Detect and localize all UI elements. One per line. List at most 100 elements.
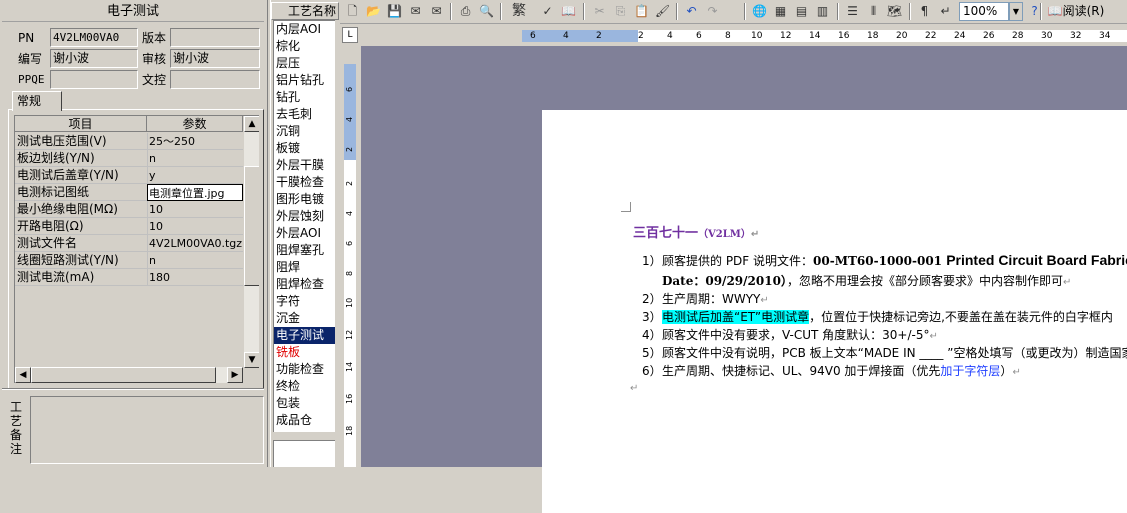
process-item[interactable]: 沉金 (274, 310, 335, 327)
research-icon[interactable]: 📖 (559, 2, 578, 21)
permission-icon[interactable]: ✉ (406, 2, 425, 21)
save-icon[interactable]: 💾 (385, 2, 404, 21)
tables-borders-icon[interactable]: ▦ (771, 2, 790, 21)
email-icon[interactable]: ✉ (427, 2, 446, 21)
reviewer-field[interactable]: 谢小波 (170, 49, 260, 68)
columns-icon[interactable]: ☰ (843, 2, 862, 21)
process-item[interactable]: 包装 (274, 395, 335, 412)
hyperlink-icon[interactable]: 🌐 (750, 2, 769, 21)
grid-horizontal-scrollbar[interactable]: ◀ ▶ (15, 367, 243, 383)
process-item[interactable]: 阻焊检查 (274, 276, 335, 293)
list-item[interactable]: 2）生产周期：WWYY↵ (642, 290, 769, 307)
drawing-icon[interactable]: ⫴ (864, 2, 883, 21)
process-item[interactable]: 终检 (274, 378, 335, 395)
process-item[interactable]: 铝片钻孔 (274, 72, 335, 89)
document-page[interactable]: 三百七十一（V2LM）↵ 1）顾客提供的 PDF 说明文件：00-MT60-10… (542, 110, 1127, 513)
chevron-down-icon[interactable]: ▼ (1009, 2, 1023, 21)
list-item[interactable]: 6）生产周期、快捷标记、UL、94V0 加于焊接面（优先加于字符层）↵ (642, 362, 1021, 379)
empty-paragraph[interactable]: ↵ (630, 380, 638, 394)
grid-row-value[interactable]: y (147, 167, 243, 184)
vertical-scroll-thumb[interactable] (244, 166, 259, 286)
format-painter-icon[interactable]: 🖌 (653, 2, 672, 21)
list-item[interactable]: 3）电测试后加盖“ET”电测试章，位置位于快捷标记旁边,不要盖在盖在装元件的白字… (642, 308, 1113, 325)
grid-header-param[interactable]: 参数 (147, 116, 243, 132)
process-item[interactable]: 棕化 (274, 38, 335, 55)
grid-row[interactable]: 电测试后盖章(Y/N) y (15, 167, 243, 184)
version-field[interactable] (170, 28, 260, 47)
grid-header-item[interactable]: 项目 (15, 116, 147, 132)
read-mode-button[interactable]: 📖阅读(R) (1045, 2, 1107, 21)
process-item[interactable]: 阻焊 (274, 259, 335, 276)
document-map-icon[interactable]: 🗺 (885, 2, 904, 21)
print-preview-icon[interactable]: 🔍 (477, 2, 496, 21)
zoom-combobox[interactable]: 100% (959, 2, 1009, 21)
grid-vertical-scrollbar[interactable]: ▲ ▼ (243, 116, 259, 368)
grid-row-value[interactable]: 4V2LM00VA0.tgz (147, 235, 243, 252)
process-list-header[interactable]: 工艺名称 (271, 2, 339, 20)
process-item[interactable]: 功能检查 (274, 361, 335, 378)
spelling-icon[interactable]: ✓ (538, 2, 557, 21)
process-extra-list[interactable] (273, 440, 335, 467)
horizontal-scroll-thumb[interactable] (31, 367, 216, 383)
vertical-ruler[interactable]: 6 4 2 2 4 6 8 10 12 14 16 18 (342, 46, 358, 467)
grid-row-value-editing[interactable]: 电测章位置.jpg (147, 184, 243, 201)
process-item[interactable]: 阻焊塞孔 (274, 242, 335, 259)
grid-row[interactable]: 板边划线(Y/N) n (15, 150, 243, 167)
process-item[interactable]: 板镀 (274, 140, 335, 157)
insert-table-icon[interactable]: ▤ (792, 2, 811, 21)
grid-row[interactable]: 线圈短路测试(Y/N) n (15, 252, 243, 269)
grid-row[interactable]: 开路电阻(Ω) 10 (15, 218, 243, 235)
process-item[interactable]: 沉铜 (274, 123, 335, 140)
grid-row-value[interactable]: 25～250 (147, 133, 243, 150)
grid-row[interactable]: 电测标记图纸 电测章位置.jpg (15, 184, 243, 201)
list-item[interactable]: 1）顾客提供的 PDF 说明文件：00-MT60-1000-001 Printe… (642, 252, 1127, 269)
process-item[interactable]: 外层蚀刻 (274, 208, 335, 225)
process-item[interactable]: 内层AOI (274, 21, 335, 38)
process-item-selected[interactable]: 电子测试 (274, 327, 335, 344)
document-heading[interactable]: 三百七十一（V2LM）↵ (633, 222, 759, 241)
process-item[interactable]: 干膜检查 (274, 174, 335, 191)
undo-icon[interactable]: ↶ (682, 2, 701, 21)
paragraph-mark-icon[interactable]: ↵ (936, 2, 955, 21)
grid-row-value[interactable]: 10 (147, 201, 243, 218)
paste-icon[interactable]: 📋 (632, 2, 651, 21)
grid-row[interactable]: 测试电流(mA) 180 (15, 269, 243, 286)
scroll-down-arrow-icon[interactable]: ▼ (244, 352, 259, 368)
process-item[interactable]: 外层AOI (274, 225, 335, 242)
tab-general[interactable]: 常规 (12, 91, 62, 111)
process-item[interactable]: 成品仓 (274, 412, 335, 429)
show-hide-icon[interactable]: ¶ (915, 2, 934, 21)
pn-field[interactable]: 4V2LM00VA0 (50, 28, 138, 47)
author-field[interactable]: 谢小波 (50, 49, 138, 68)
process-note-field[interactable] (30, 396, 264, 464)
tab-selector-icon[interactable]: L (342, 27, 358, 43)
grid-row[interactable]: 最小绝缘电阻(MΩ) 10 (15, 201, 243, 218)
grid-row[interactable]: 测试文件名 4V2LM00VA0.tgz (15, 235, 243, 252)
list-item[interactable]: 4）顾客文件中没有要求，V-CUT 角度默认：30+/-5°↵ (642, 326, 938, 343)
process-item[interactable]: 图形电镀 (274, 191, 335, 208)
process-item[interactable]: 钻孔 (274, 89, 335, 106)
ppqe-field[interactable] (50, 70, 138, 89)
copy-icon[interactable]: ⎘ (611, 2, 630, 21)
process-item[interactable]: 铣板 (274, 344, 335, 361)
open-folder-icon[interactable]: 📂 (364, 2, 383, 21)
print-icon[interactable]: ⎙ (456, 2, 475, 21)
process-item[interactable]: 字符 (274, 293, 335, 310)
process-item[interactable]: 外层干膜 (274, 157, 335, 174)
list-item[interactable]: 5）顾客文件中没有说明，PCB 板上文本“MADE IN ____ ”空格处填写… (642, 344, 1127, 361)
grid-row-value[interactable]: 10 (147, 218, 243, 235)
grid-row-value[interactable]: n (147, 150, 243, 167)
process-list[interactable]: 内层AOI 棕化 层压 铝片钻孔 钻孔 去毛刺 沉铜 板镀 外层干膜 干膜检查 … (273, 20, 335, 432)
process-item[interactable]: 层压 (274, 55, 335, 72)
redo-icon[interactable]: ↷ (703, 2, 722, 21)
scroll-right-arrow-icon[interactable]: ▶ (227, 367, 243, 383)
traditional-simplified-icon[interactable]: 繁 (506, 2, 532, 21)
cut-icon[interactable]: ✂ (590, 2, 609, 21)
scroll-left-arrow-icon[interactable]: ◀ (15, 367, 31, 383)
insert-excel-icon[interactable]: ▥ (813, 2, 832, 21)
horizontal-ruler[interactable]: 6 4 2 2 4 6 8 10 12 14 16 18 20 22 24 26… (362, 27, 1127, 44)
grid-row[interactable]: 测试电压范围(V) 25～250 (15, 133, 243, 150)
scroll-up-arrow-icon[interactable]: ▲ (244, 116, 259, 132)
grid-row-value[interactable]: 180 (147, 269, 243, 286)
grid-row-value[interactable]: n (147, 252, 243, 269)
